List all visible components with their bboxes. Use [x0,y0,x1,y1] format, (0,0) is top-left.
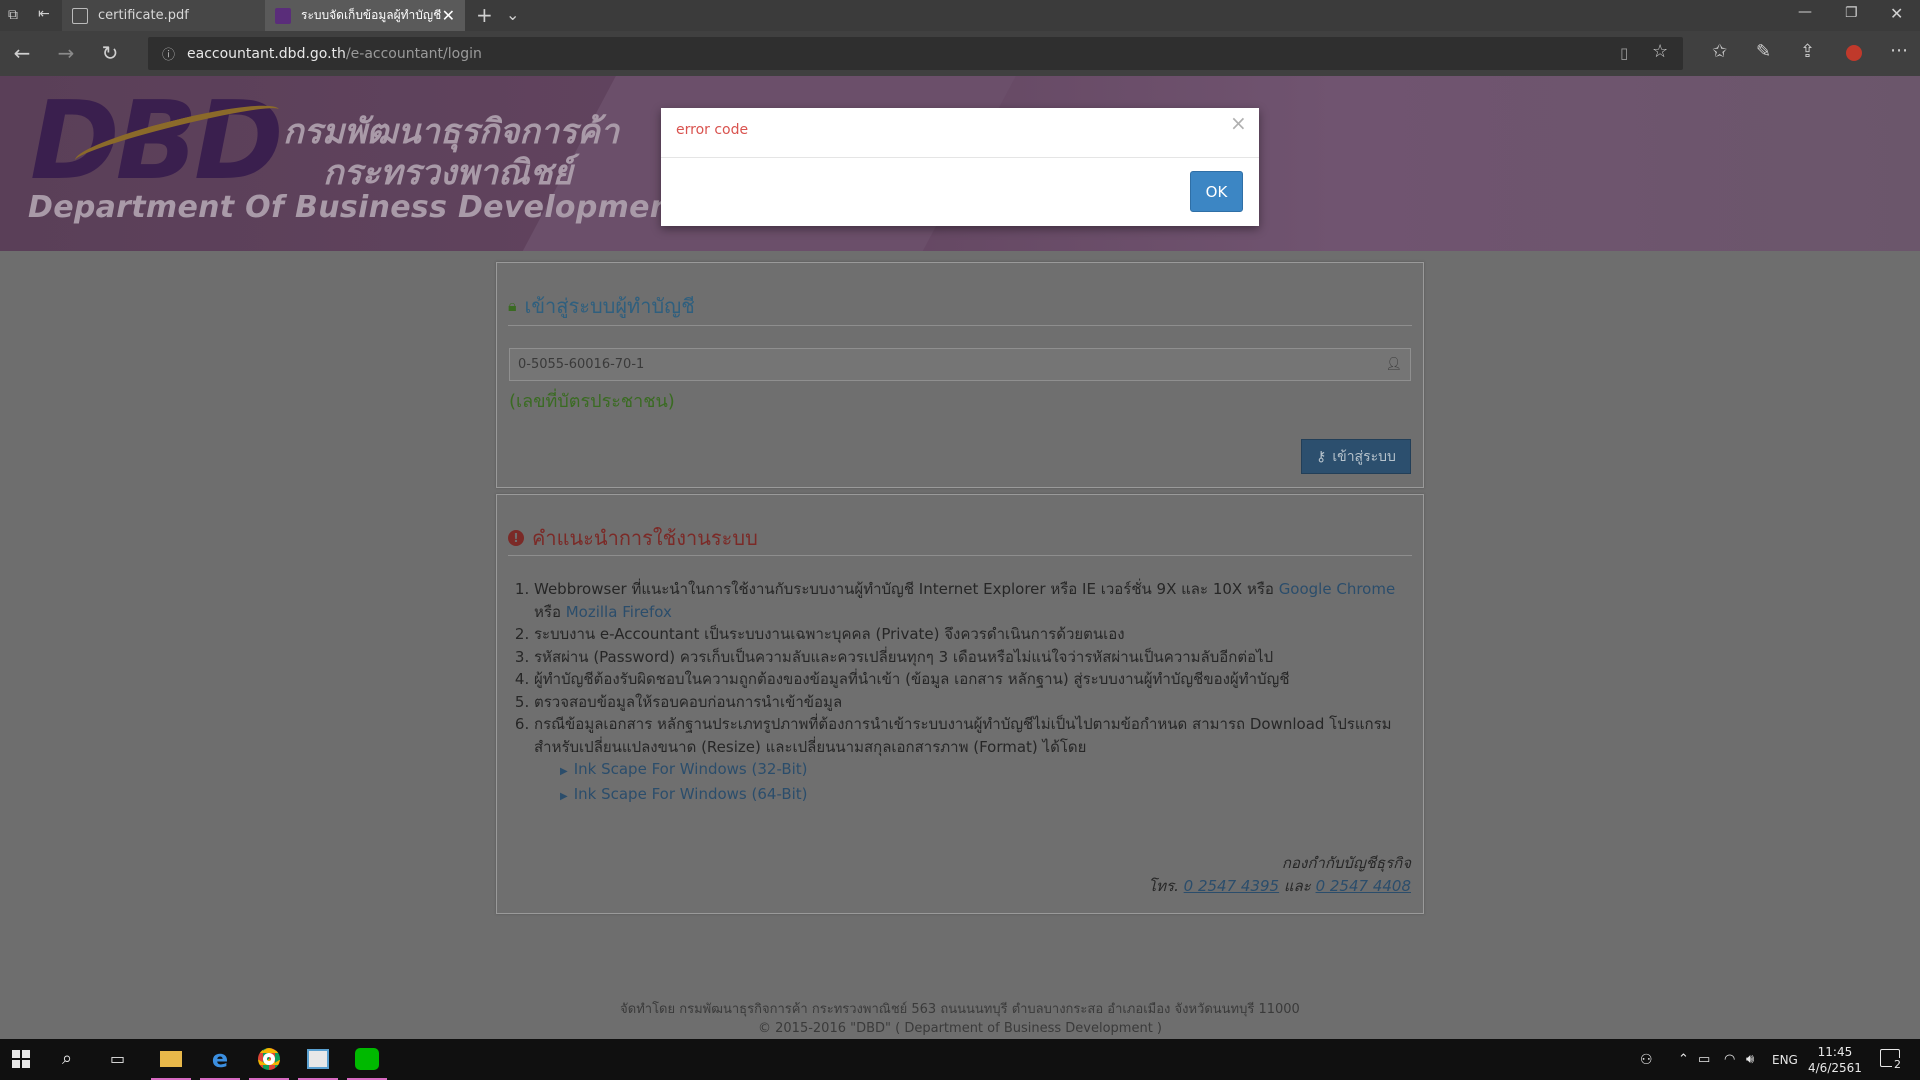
close-window-icon[interactable]: ✕ [1890,4,1903,23]
download-link-label: Ink Scape For Windows (64-Bit) [573,785,808,803]
tel-label: โทร. [1148,877,1179,895]
wifi-icon[interactable]: ◠ [1724,1052,1735,1067]
divider [508,555,1412,556]
phone-link-1[interactable]: 0 2547 4395 [1184,877,1279,895]
edge-icon[interactable]: e [200,1039,240,1080]
divider [508,325,1412,326]
list-item: Webbrowser ที่แนะนำในการใช้งานกับระบบงาน… [534,578,1413,623]
login-title-text: เข้าสู่ระบบผู้ทำบัญชี [524,294,695,318]
guide-item-text: หรือ [534,602,561,621]
key-icon: ⚷ [1316,448,1327,465]
info-icon[interactable]: ⓘ [162,44,175,63]
share-icon[interactable]: ⇪ [1800,41,1815,62]
chrome-icon[interactable] [249,1039,289,1080]
close-icon[interactable]: × [1230,111,1247,135]
caret-right-icon: ▶ [560,766,568,777]
list-item: ระบบงาน e-Accountant เป็นระบบงานเฉพาะบุค… [534,623,1413,646]
volume-icon[interactable]: 🔊︎ [1746,1052,1754,1067]
tab-eaccountant[interactable]: ระบบจัดเก็บข้อมูลผู้ทำบัญชี ✕ [265,0,465,31]
forward-arrow-icon[interactable]: → [50,38,82,68]
footer-copyright: © 2015-2016 "DBD" ( Department of Busine… [758,1021,1162,1036]
contact-org: กองกำกับบัญชีธุรกิจ [1281,854,1411,872]
list-item: ตรวจสอบข้อมูลให้รอบคอบก่อนการนำเข้าข้อมู… [534,691,1413,714]
download-link-64bit[interactable]: ▶ Ink Scape For Windows (64-Bit) [560,783,808,808]
caret-right-icon: ▶ [560,791,568,802]
url-host: eaccountant.dbd.go.th [187,45,346,62]
mozilla-firefox-link[interactable]: Mozilla Firefox [566,603,672,621]
set-aside-tabs-icon[interactable]: ⇤ [38,6,50,22]
chevron-down-icon[interactable]: ⌄ [506,5,519,24]
favorites-hub-icon[interactable]: ✩ [1712,41,1727,62]
back-arrow-icon[interactable]: ← [6,38,38,68]
and-text: และ [1283,877,1311,895]
refresh-icon[interactable]: ↻ [94,38,126,68]
login-button[interactable]: ⚷ เข้าสู่ระบบ [1301,439,1411,474]
search-icon[interactable]: ⌕ [62,1048,72,1069]
new-tab-icon[interactable]: + [476,3,493,27]
dialog-title: error code [676,122,749,138]
phone-link-2[interactable]: 0 2547 4408 [1316,877,1411,895]
guide-title: ! คำแนะนำการใช้งานระบบ [508,522,758,554]
exclamation-icon: ! [508,530,524,546]
clock-time: 11:45 [1817,1045,1853,1059]
task-view-icon[interactable]: ▭ [110,1049,125,1068]
web-note-icon[interactable]: ✎ [1756,41,1771,62]
clock-date: 4/6/2561 [1808,1061,1862,1075]
login-button-label: เข้าสู่ระบบ [1332,448,1396,465]
tab-label: ระบบจัดเก็บข้อมูลผู้ทำบัญชี [301,8,442,22]
citizen-id-input[interactable]: 0-5055-60016-70-1 👤︎ [509,348,1411,381]
restore-icon[interactable]: ❐ [1845,5,1858,21]
citizen-id-value: 0-5055-60016-70-1 [518,357,645,372]
ok-button[interactable]: OK [1190,171,1243,212]
url-field[interactable]: ⓘ eaccountant.dbd.go.th/e-accountant/log… [148,37,1683,70]
lock-icon: 🔒︎ [508,296,517,315]
app-window-icon[interactable] [298,1039,338,1080]
minimize-icon[interactable]: — [1798,4,1812,20]
contact-info: กองกำกับบัญชีธุรกิจ โทร. 0 2547 4395 และ… [1100,852,1411,898]
pdf-icon [72,7,88,24]
windows-start-icon[interactable] [12,1050,30,1068]
download-link-label: Ink Scape For Windows (32-Bit) [573,760,808,778]
login-title: 🔒︎ เข้าสู่ระบบผู้ทำบัญชี [508,290,695,322]
tab-actions-icon[interactable]: ⧉ [8,7,18,23]
guide-list: Webbrowser ที่แนะนำในการใช้งานกับระบบงาน… [508,578,1413,758]
google-chrome-link[interactable]: Google Chrome [1279,580,1396,598]
list-item: กรณีข้อมูลเอกสาร หลักฐานประเภทรูปภาพที่ต… [534,713,1413,758]
tab-certificate[interactable]: certificate.pdf [62,0,265,31]
battery-icon[interactable]: ▭ [1698,1052,1710,1067]
tab-label: certificate.pdf [98,8,189,23]
close-tab-icon[interactable]: ✕ [442,6,455,25]
chevron-up-icon[interactable]: ⌃ [1678,1052,1689,1067]
url-path: /e-accountant/login [345,45,482,62]
reading-view-icon[interactable]: ▯ [1620,44,1628,62]
list-item: ผู้ทำบัญชีต้องรับผิดชอบในความถูกต้องของข… [534,668,1413,691]
citizen-id-hint: (เลขที่บัตรประชาชน) [509,391,675,412]
favorite-star-icon[interactable]: ☆ [1652,41,1668,62]
language-indicator[interactable]: ENG [1772,1053,1798,1067]
download-links: ▶ Ink Scape For Windows (32-Bit) ▶ Ink Sca… [560,758,808,808]
logo-english: Department Of Business Development [28,190,687,225]
file-explorer-icon[interactable] [151,1039,191,1080]
download-link-32bit[interactable]: ▶ Ink Scape For Windows (32-Bit) [560,758,808,783]
footer-address: จัดทำโดย กรมพัฒนาธุรกิจการค้า กระทรวงพาณ… [620,1002,1300,1017]
more-icon[interactable]: ⋯ [1890,40,1908,61]
extension-icon[interactable] [1846,45,1862,61]
people-icon[interactable]: ⚇ [1640,1052,1653,1068]
contact-phones: โทร. 0 2547 4395 และ 0 2547 4408 [1100,875,1411,898]
dialog-header [661,108,1259,158]
clock[interactable]: 11:45 4/6/2561 [1808,1044,1862,1076]
page-footer: จัดทำโดย กรมพัฒนาธุรกิจการค้า กระทรวงพาณ… [0,1000,1920,1038]
line-app-icon[interactable] [347,1039,387,1080]
user-icon: 👤︎ [1385,357,1402,372]
guide-item-text: Webbrowser ที่แนะนำในการใช้งานกับระบบงาน… [534,580,1274,598]
guide-title-text: คำแนะนำการใช้งานระบบ [532,526,758,550]
list-item: รหัสผ่าน (Password) ควรเก็บเป็นความลับแล… [534,646,1413,669]
notification-count: 2 [1892,1058,1903,1071]
dbd-favicon-icon [275,7,291,24]
